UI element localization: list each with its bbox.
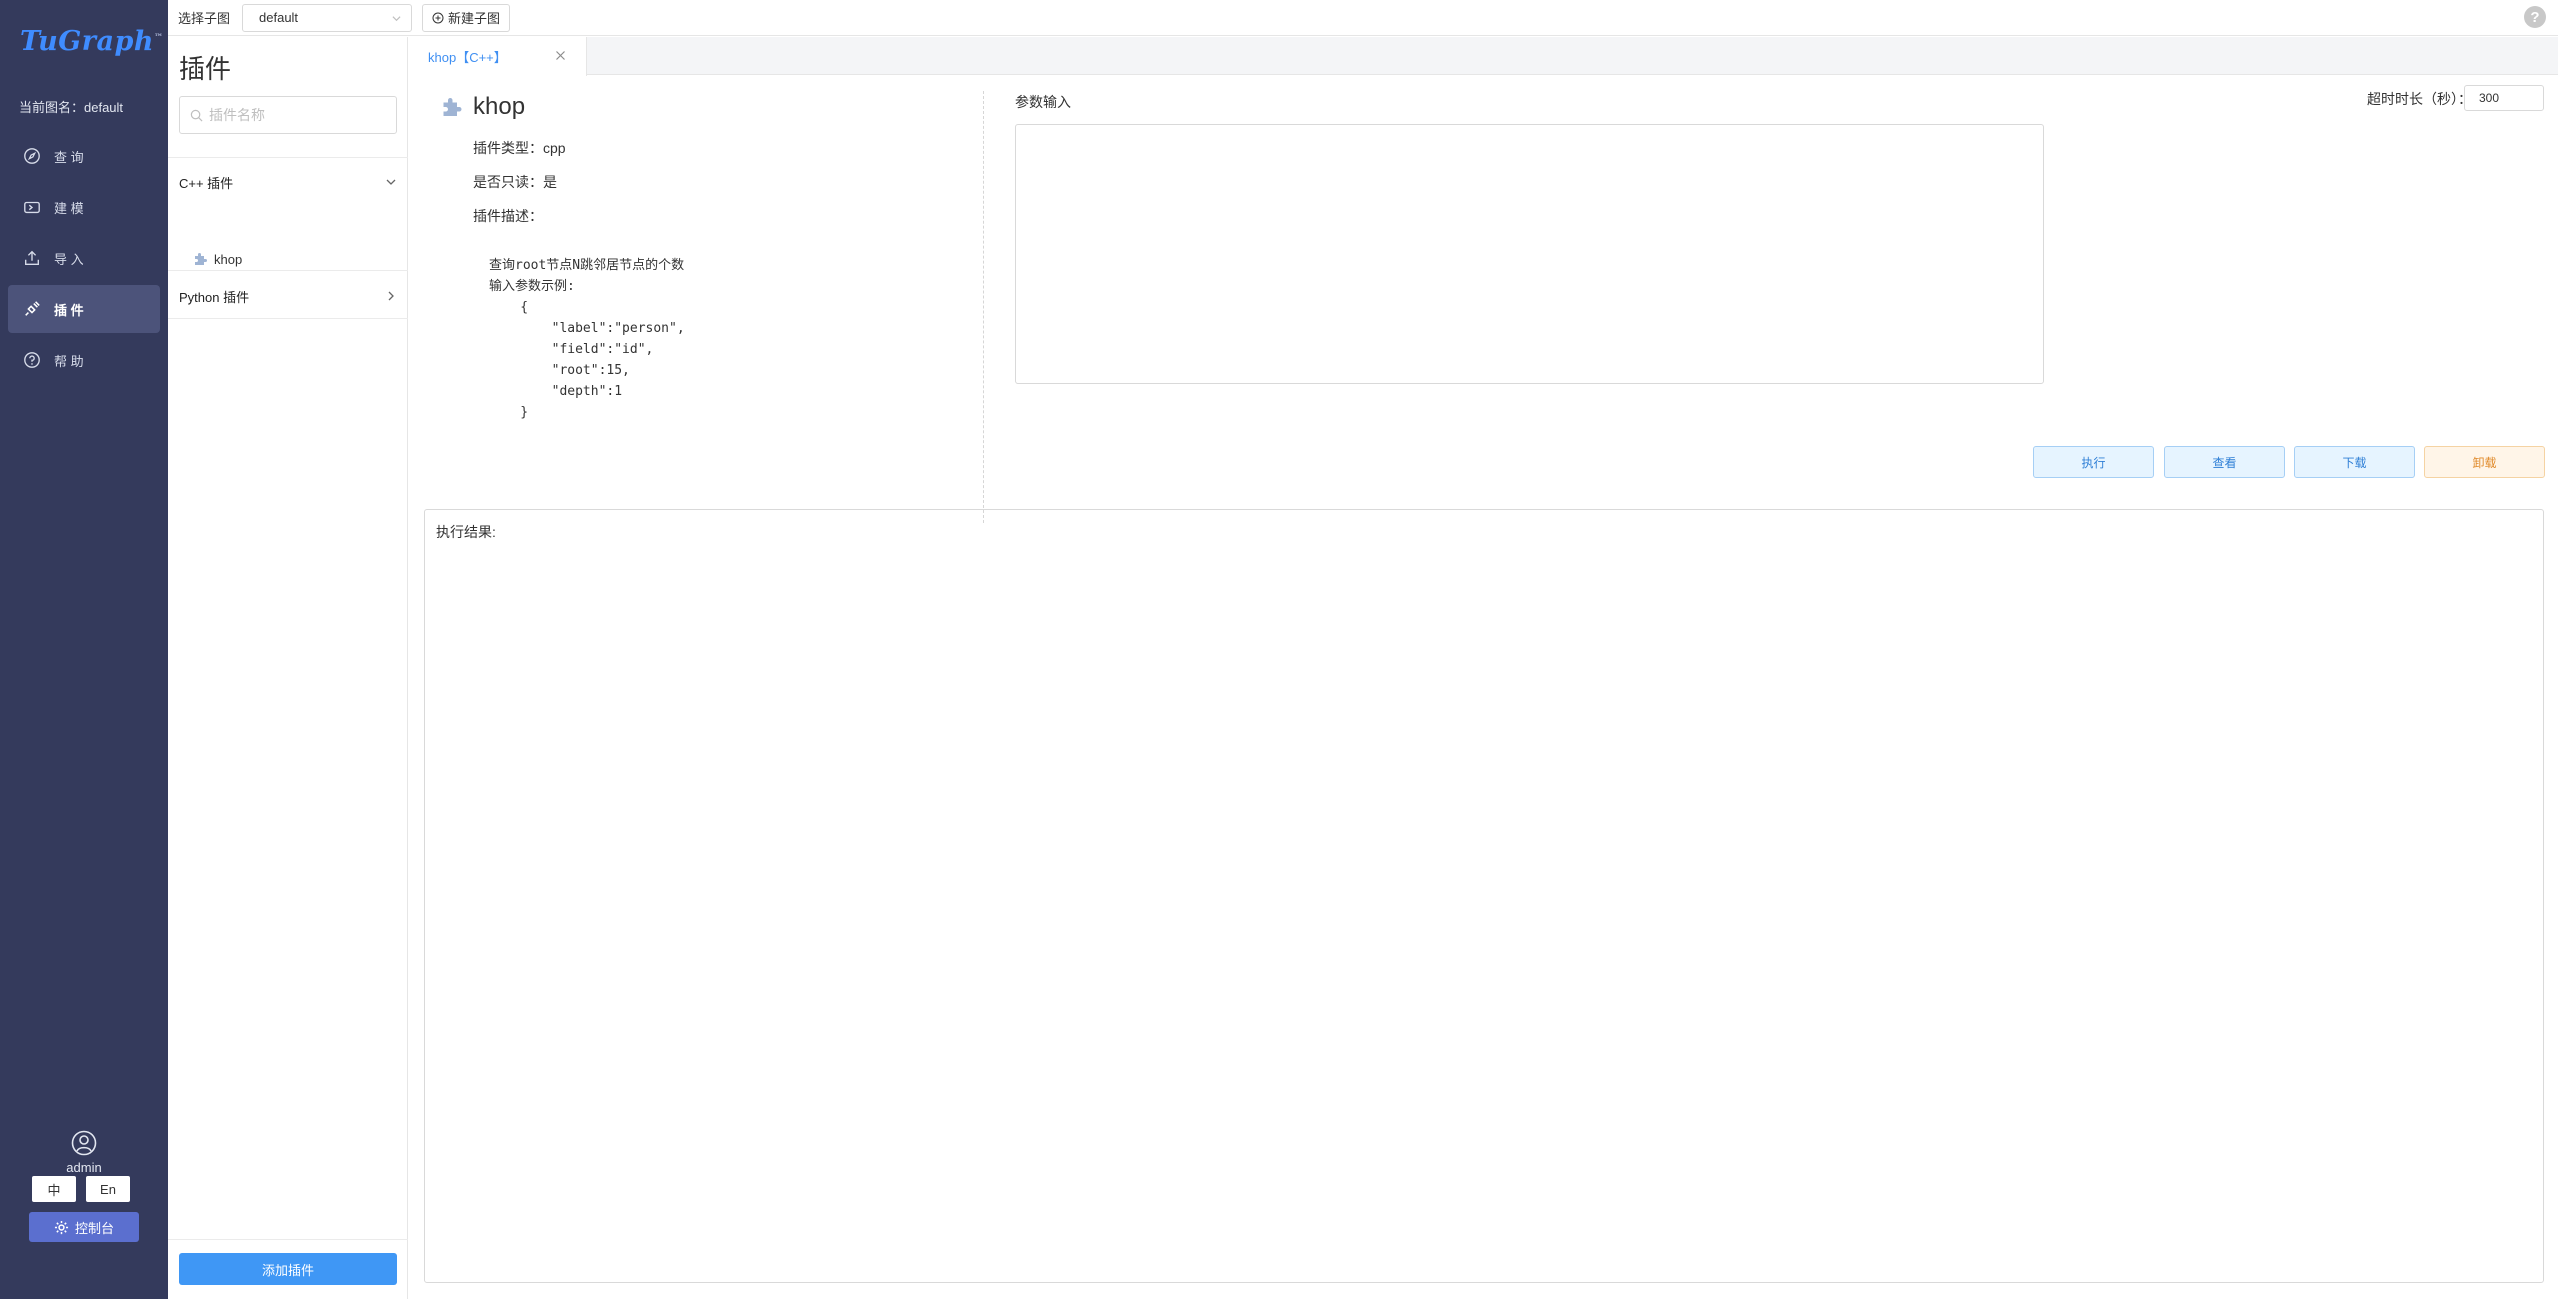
nav-label: 查 询: [54, 149, 84, 165]
plugin-item-khop[interactable]: khop: [192, 251, 242, 267]
unload-button[interactable]: 卸载: [2424, 446, 2545, 478]
plugin-name: khop: [473, 93, 526, 120]
divider: [168, 270, 408, 271]
username: admin: [66, 1160, 102, 1175]
group-python-plugins[interactable]: Python 插件: [179, 285, 397, 307]
group-label: Python 插件: [179, 289, 250, 305]
model-icon: [22, 197, 42, 217]
plugin-type: 插件类型：cpp: [473, 140, 566, 156]
user-info[interactable]: admin: [0, 1130, 168, 1175]
divider: [168, 318, 408, 319]
language-switch: 中 En: [32, 1176, 130, 1202]
tugraph-logo[interactable]: TuGraph™: [20, 26, 164, 57]
console-button[interactable]: 控制台: [29, 1212, 139, 1242]
download-button[interactable]: 下载: [2294, 446, 2415, 478]
plugin-item-label: khop: [214, 251, 243, 267]
plugin-detail-main: khop【C++】 khop 插件类型：cpp 是否只读：是 插件描述： 查询r…: [409, 37, 2558, 1299]
logo-text: TuGraph: [20, 26, 155, 57]
new-subgraph-button[interactable]: 新建子图: [422, 3, 511, 32]
search-icon: [190, 109, 203, 121]
main-nav: 查 询 建 模 导 入 插 件 帮 助: [8, 132, 160, 387]
timeout-input[interactable]: 300: [2464, 85, 2544, 111]
chevron-down-icon: [392, 15, 401, 21]
plugin-header: khop: [439, 93, 525, 121]
plugin-panel-title: 插件: [179, 54, 232, 84]
execute-button[interactable]: 执行: [2033, 446, 2154, 478]
puzzle-icon: [195, 253, 207, 265]
user-avatar-icon: [71, 1130, 97, 1156]
plugin-description-label: 插件描述：: [473, 208, 543, 224]
lang-zh-button[interactable]: 中: [32, 1176, 76, 1202]
tab-label: khop【C++】: [428, 50, 507, 65]
subgraph-select-value: default: [259, 10, 299, 25]
timeout-label: 超时时长（秒）：: [2367, 91, 2472, 107]
nav-item-import[interactable]: 导 入: [8, 234, 160, 282]
view-button[interactable]: 查看: [2164, 446, 2285, 478]
vertical-divider: [983, 91, 984, 523]
add-plugin-button[interactable]: 添加插件: [179, 1253, 397, 1285]
plugin-search-input[interactable]: 插件名称: [179, 96, 397, 134]
param-input-textarea[interactable]: [1015, 124, 2044, 384]
subgraph-select[interactable]: default: [242, 3, 413, 32]
help-circle-icon: [22, 350, 42, 370]
divider: [168, 1239, 408, 1240]
group-cpp-plugins[interactable]: C++ 插件: [179, 171, 397, 193]
top-bar: 选择子图 default 新建子图 ?: [168, 0, 2558, 36]
new-subgraph-label: 新建子图: [448, 11, 501, 26]
nav-item-model[interactable]: 建 模: [8, 183, 160, 231]
lang-en-button[interactable]: En: [86, 1176, 130, 1202]
gear-icon: [54, 1220, 69, 1234]
help-icon[interactable]: ?: [2524, 6, 2546, 28]
nav-item-plugin[interactable]: 插 件: [8, 285, 160, 333]
group-label: C++ 插件: [179, 175, 234, 191]
plugin-icon: [22, 299, 42, 319]
plugin-description: 查询root节点N跳邻居节点的个数 输入参数示例: { "label":"per…: [489, 258, 685, 420]
nav-label: 帮 助: [54, 353, 84, 369]
plugin-list-panel: 插件 插件名称 C++ 插件 khop Python 插件 添加插件: [168, 37, 408, 1299]
nav-label: 导 入: [54, 251, 84, 267]
puzzle-icon: [443, 98, 462, 116]
close-icon[interactable]: [555, 50, 566, 61]
console-label: 控制台: [74, 1220, 114, 1236]
subgraph-select-label: 选择子图: [178, 11, 231, 26]
chevron-right-icon: [388, 291, 394, 301]
search-placeholder: 插件名称: [209, 107, 265, 123]
tab-khop[interactable]: khop【C++】: [409, 37, 587, 76]
nav-label: 建 模: [54, 200, 84, 216]
nav-item-help[interactable]: 帮 助: [8, 336, 160, 384]
param-input-label: 参数输入: [1015, 94, 1071, 110]
result-label: 执行结果:: [436, 524, 496, 540]
chevron-down-icon: [386, 179, 396, 185]
plus-circle-icon: [432, 12, 444, 23]
upload-icon: [22, 248, 42, 268]
nav-label: 插 件: [54, 302, 84, 318]
divider: [168, 157, 408, 158]
plugin-readonly: 是否只读：是: [473, 174, 557, 190]
current-graph-name: 当前图名：default: [19, 100, 124, 115]
nav-item-query[interactable]: 查 询: [8, 132, 160, 180]
execution-result-panel: 执行结果:: [424, 509, 2544, 1283]
sidebar: TuGraph™ 当前图名：default 查 询 建 模 导 入 插 件 帮 …: [0, 0, 168, 1299]
compass-icon: [22, 146, 42, 166]
logo-trademark: ™: [154, 33, 164, 43]
tab-bar: khop【C++】: [409, 37, 2558, 76]
